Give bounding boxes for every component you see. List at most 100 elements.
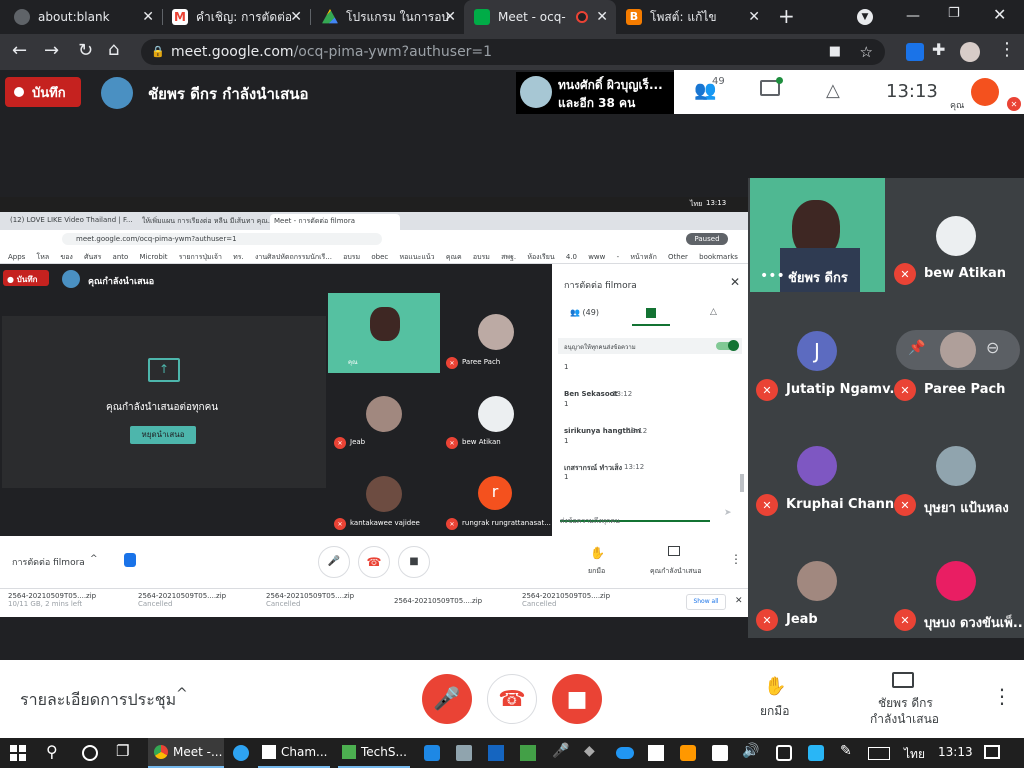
inner-chat-input[interactable]: ส่งข้อความถึงทุกคน [560, 508, 710, 525]
close-icon[interactable]: ✕ [730, 275, 740, 289]
download-item[interactable]: 2564-20210509T05....zip 10/11 GB, 2 mins … [8, 592, 118, 614]
hangup-button[interactable]: ☎ [487, 674, 537, 724]
tab-search-icon[interactable]: ▼ [857, 9, 873, 25]
profile-avatar[interactable] [960, 42, 980, 62]
browser-tab-active[interactable]: Meet - ocq- ✕ [464, 0, 616, 34]
close-icon[interactable]: ✕ [596, 9, 608, 25]
network-icon[interactable] [712, 745, 728, 761]
more-vert-icon[interactable]: ⋮ [998, 39, 1016, 60]
camera-blocked-icon[interactable]: ■ [829, 39, 841, 65]
activities-icon[interactable]: △ [826, 80, 840, 101]
tab-label: โปรแกรม ในการอบ [346, 9, 450, 24]
reload-icon[interactable]: ↻ [78, 40, 93, 61]
omnibox[interactable]: 🔒 meet.google.com/ocq-pima-ywm?authuser=… [141, 39, 885, 65]
inner-paused[interactable]: Paused [686, 233, 728, 245]
new-tab-button[interactable]: + [778, 4, 795, 28]
home-icon[interactable]: ⌂ [108, 39, 119, 60]
chevron-up-icon[interactable]: ^ [176, 686, 188, 702]
app-icon[interactable] [488, 745, 504, 761]
search-icon[interactable]: ⚲ [46, 742, 58, 761]
chat-scrollbar[interactable] [740, 474, 744, 492]
pen-icon[interactable]: ✎ [840, 743, 852, 759]
hand-icon[interactable]: ✋ [590, 546, 605, 560]
cortana-icon[interactable] [82, 745, 98, 761]
language-indicator[interactable]: ไทย [904, 745, 925, 764]
taskbar-clock[interactable]: 13:13 [938, 745, 973, 759]
camera-button[interactable]: ■ [552, 674, 602, 724]
close-window-icon[interactable]: ✕ [993, 5, 1006, 24]
browser-tab[interactable]: about:blank ✕ [4, 0, 162, 34]
inner-tab[interactable]: (12) LOVE LIKE Video Thailand | F... [10, 216, 133, 224]
close-icon[interactable]: ✕ [290, 9, 302, 25]
inner-mic-button[interactable]: 🎤 [318, 546, 350, 578]
back-icon[interactable]: ← [12, 40, 27, 61]
camera-off-icon: ■ [566, 686, 588, 712]
present-icon[interactable] [668, 546, 680, 556]
task-view-icon[interactable]: ❐ [116, 742, 129, 760]
volume-icon[interactable]: 🔊 [742, 743, 759, 759]
edge-icon[interactable] [233, 745, 249, 761]
extensions-puzzle-icon[interactable]: ✚ [932, 40, 945, 59]
minimize-icon[interactable]: — [906, 8, 920, 24]
cloud-icon[interactable] [616, 747, 634, 759]
app-icon[interactable] [776, 745, 792, 761]
presenter-avatar [101, 77, 133, 109]
pin-icon[interactable]: 📌 [908, 340, 925, 356]
taskbar-item-chrome[interactable]: Meet -... [148, 738, 224, 768]
close-icon[interactable]: ✕ [142, 9, 154, 25]
app-icon[interactable] [456, 745, 472, 761]
app-icon[interactable]: ◆ [584, 743, 595, 759]
extension-translate-icon[interactable] [906, 43, 924, 61]
meeting-details[interactable]: รายละเอียดการประชุม [20, 688, 176, 713]
app-icon[interactable] [808, 745, 824, 761]
app-icon[interactable] [680, 745, 696, 761]
inner-tab[interactable]: ให้เพิ่มแผน การเรียงต่อ หลีน มีเส้นทา คุ… [142, 216, 274, 227]
side-tile-avatar [797, 446, 837, 486]
inner-camera-button[interactable]: ■ [398, 546, 430, 578]
shield-icon[interactable] [648, 745, 664, 761]
inner-url[interactable]: meet.google.com/ocq-pima-ywm?authuser=1 [62, 233, 382, 245]
close-icon[interactable]: ✕ [748, 9, 760, 25]
inner-activities-icon[interactable]: △ [710, 307, 717, 317]
taskbar-item-camtasia[interactable]: Cham... [258, 738, 330, 768]
inner-people-tab[interactable]: 👥 (49) [570, 308, 599, 317]
close-icon[interactable]: ✕ [444, 9, 456, 25]
record-dot-icon [14, 87, 24, 97]
app-icon[interactable] [424, 745, 440, 761]
send-icon[interactable]: ➤ [724, 508, 732, 518]
show-all-button[interactable]: Show all [686, 594, 726, 610]
inner-tab-active[interactable]: Meet - การตัดต่อ filmora [270, 214, 400, 230]
close-icon[interactable]: ✕ [735, 596, 743, 606]
present-now-icon[interactable] [892, 672, 914, 688]
more-vert-icon[interactable]: ⋮ [730, 552, 742, 566]
mic-button[interactable]: 🎤 [422, 674, 472, 724]
download-item[interactable]: 2564-20210509T05....zip Cancelled [138, 592, 248, 614]
taskbar-item-techsmith[interactable]: TechS... [338, 738, 410, 768]
notification-icon[interactable] [984, 745, 1000, 759]
browser-tab[interactable]: โปรแกรม ในการอบ ✕ [312, 0, 464, 34]
chevron-up-icon[interactable]: ^ [90, 554, 98, 564]
download-item[interactable]: 2564-20210509T05....zip Cancelled [266, 592, 376, 614]
app-icon[interactable] [520, 745, 536, 761]
mic-off-icon: 🎤 [433, 686, 461, 712]
restore-icon[interactable]: ❐ [948, 6, 960, 21]
download-status: Cancelled [266, 600, 301, 608]
download-item[interactable]: 2564-20210509T05....zip [394, 597, 504, 617]
inner-chat-tab-icon[interactable] [646, 308, 656, 318]
star-icon[interactable]: ☆ [860, 39, 873, 65]
inner-hangup-button[interactable]: ☎ [358, 546, 390, 578]
browser-tab[interactable]: M คำเชิญ: การตัดต่อ ✕ [162, 0, 310, 34]
microphone-icon[interactable]: 🎤 [552, 743, 569, 759]
download-status: Cancelled [522, 600, 557, 608]
hand-icon[interactable]: ✋ [764, 676, 786, 697]
browser-tab[interactable]: B โพสต์: แก้ไข ✕ [616, 0, 768, 34]
more-vert-icon[interactable]: ⋮ [992, 684, 1012, 708]
download-name: 2564-20210509T05....zip [266, 592, 355, 600]
windows-start-icon[interactable] [10, 745, 26, 761]
keyboard-icon[interactable] [868, 747, 890, 760]
people-preview[interactable]: ทนงศักดิ์ ผิวบุญเร็... และอีก 38 คน [516, 72, 674, 114]
download-item[interactable]: 2564-20210509T05....zip Cancelled [522, 592, 632, 614]
forward-icon[interactable]: → [44, 40, 59, 61]
stop-presenting-button[interactable]: หยุดนำเสนอ [130, 426, 196, 444]
remove-icon[interactable]: ⊖ [986, 338, 999, 357]
